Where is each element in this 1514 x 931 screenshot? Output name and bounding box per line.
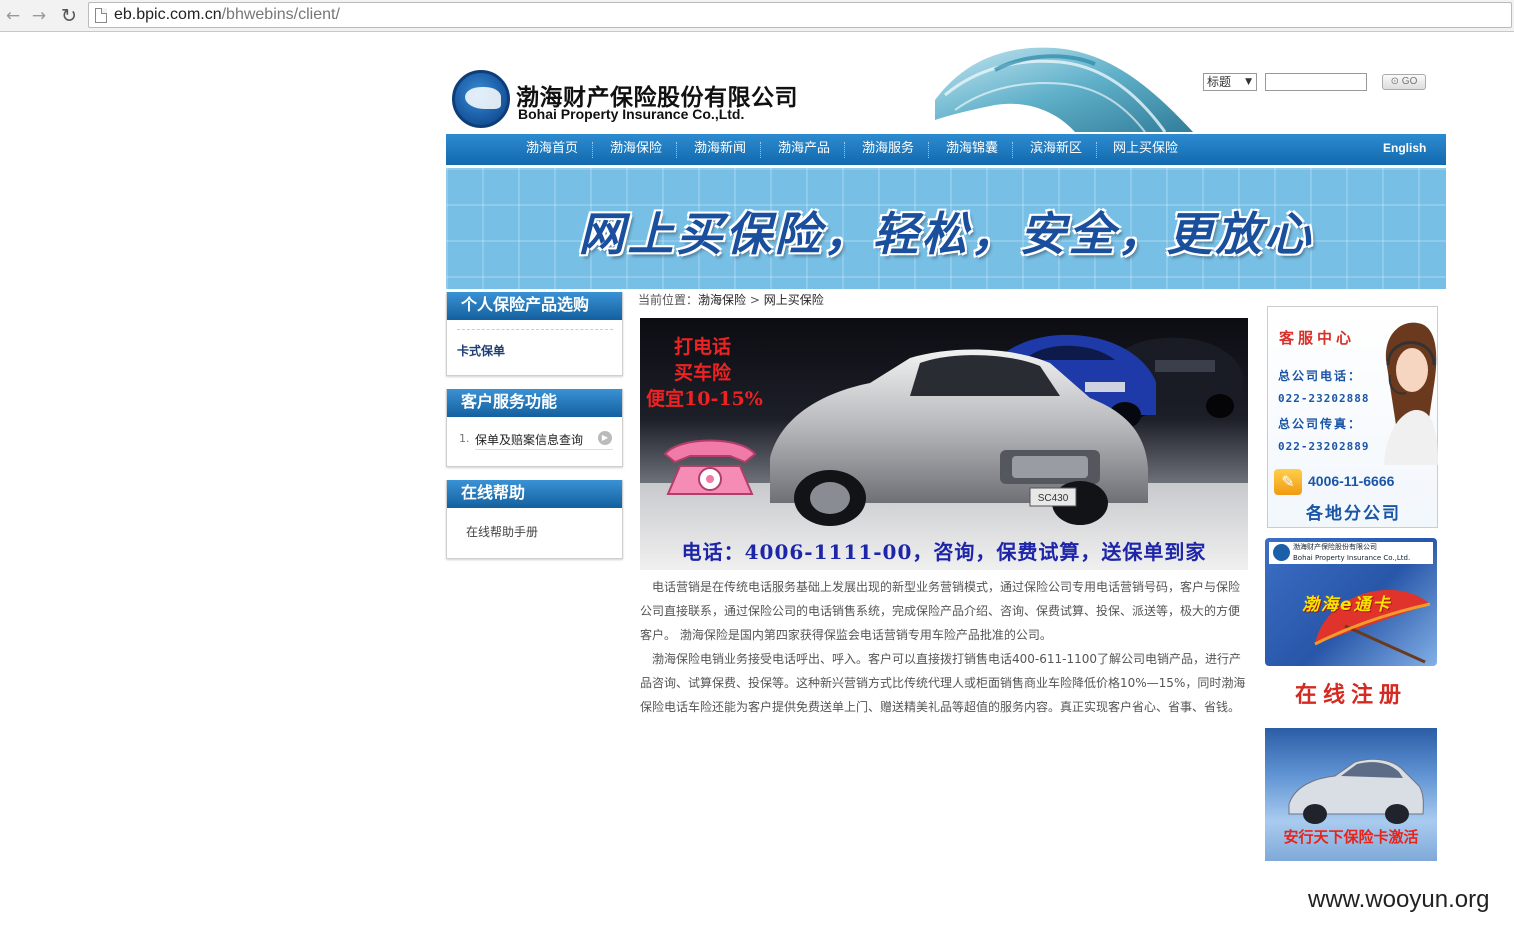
nav-item-insurance[interactable]: 渤海保险 (610, 134, 662, 165)
nav-separator (676, 142, 677, 158)
nav-item-products[interactable]: 渤海产品 (778, 134, 830, 165)
help-manual-link[interactable]: 在线帮助手册 (466, 523, 538, 540)
car-insurance-promo-image[interactable]: SC430 打电话 买车险 便宜10-15% 电话：4006-1111-00，咨… (640, 318, 1248, 570)
help-title: 在线帮助 (461, 483, 526, 502)
promo-line-3: 便宜10-15% (646, 388, 763, 410)
search-select-value: 标题 (1207, 75, 1232, 89)
watermark-text: www.wooyun.org (1308, 886, 1490, 913)
nav-item-home[interactable]: 渤海首页 (526, 134, 578, 165)
browser-toolbar: ← → ↻ eb.bpic.com.cn/bhwebins/client/ (0, 0, 1514, 32)
hq-fax-label: 总公司传真： (1278, 417, 1363, 431)
services-title: 客户服务功能 (461, 392, 558, 411)
hotline-icon: ✎ (1274, 469, 1302, 495)
page-icon (95, 8, 107, 23)
nav-item-buy-online[interactable]: 网上买保险 (1113, 134, 1178, 165)
breadcrumb-separator: > (749, 293, 760, 307)
help-box-title: 在线帮助 (447, 480, 622, 508)
nav-separator (760, 142, 761, 158)
silver-car-image: SC430 (770, 349, 1148, 526)
promo-phone-text: 电话：4006-1111-00，咨询，保费试算，送保单到家 (681, 540, 1207, 564)
nav-item-news[interactable]: 渤海新闻 (694, 134, 746, 165)
url-path: /bhwebins/client/ (221, 6, 340, 23)
list-item-number: 1. (459, 432, 470, 445)
divider (457, 329, 613, 330)
nav-separator (592, 142, 593, 158)
back-icon[interactable]: ← (2, 5, 24, 27)
hq-fax-number: 022-23202889 (1278, 440, 1370, 453)
help-box: 在线帮助 在线帮助手册 (446, 480, 623, 559)
forward-icon[interactable]: → (28, 5, 50, 27)
services-box: 客户服务功能 1. 保单及赔案信息查询 ▶ (446, 389, 623, 467)
promo-line-2: 买车险 (674, 362, 732, 384)
card-policy-link[interactable]: 卡式保单 (457, 342, 505, 359)
breadcrumb-prefix: 当前位置： (638, 293, 699, 307)
banner-slogan: 网上买保险，轻松，安全，更放心 (578, 207, 1314, 261)
url-text: eb.bpic.com.cn/bhwebins/client/ (114, 6, 340, 24)
divider (475, 449, 613, 450)
reload-icon[interactable]: ↻ (58, 5, 80, 27)
promo-callout: 打电话 买车险 便宜10-15% (646, 334, 763, 412)
wave-decoration (935, 47, 1193, 132)
telephone-icon (663, 439, 757, 495)
nav-item-binhai[interactable]: 滨海新区 (1030, 134, 1082, 165)
support-agent-image (1384, 322, 1438, 465)
hq-phone-label: 总公司电话： (1278, 369, 1363, 383)
online-register-link[interactable]: 在线注册 (1265, 671, 1437, 721)
article-paragraph: 渤海保险电销业务接受电话呼出、呼入。客户可以直接拨打销售电话400-611-11… (640, 652, 1246, 714)
policy-claim-query-link[interactable]: 保单及赔案信息查询 (475, 431, 583, 448)
english-link[interactable]: English (1383, 134, 1426, 165)
breadcrumb: 当前位置：渤海保险 > 网上买保险 (638, 291, 824, 308)
go-button-label: GO (1401, 76, 1418, 87)
chevron-down-icon: ▼ (1245, 77, 1252, 87)
hq-phone-number: 022-23202888 (1278, 392, 1370, 405)
products-box: 个人保险产品选购 卡式保单 (446, 292, 623, 376)
ecard-header-en: Bohai Property Insurance Co.,Ltd. (1293, 554, 1411, 562)
logo-emblem-icon (452, 70, 510, 128)
breadcrumb-item[interactable]: 渤海保险 (698, 293, 746, 307)
hero-banner: 网上买保险，轻松，安全，更放心 (446, 168, 1446, 289)
search-input[interactable] (1265, 73, 1367, 91)
ecard-title: 渤海e通卡 (1302, 595, 1392, 615)
ecard-header-cn: 渤海财产保险股份有限公司 (1293, 543, 1377, 551)
url-host: eb.bpic.com.cn (114, 6, 222, 23)
promo-line-1: 打电话 (674, 336, 732, 358)
e-card-promo[interactable]: 渤海财产保险股份有限公司 Bohai Property Insurance Co… (1265, 538, 1437, 666)
nav-separator (844, 142, 845, 158)
address-bar[interactable]: eb.bpic.com.cn/bhwebins/client/ (88, 2, 1512, 28)
card-activation-promo[interactable]: 安行天下保险卡激活 (1265, 728, 1437, 861)
main-navigation: 渤海首页 渤海保险 渤海新闻 渤海产品 渤海服务 渤海锦囊 滨海新区 网上买保险… (446, 134, 1446, 165)
breadcrumb-item[interactable]: 网上买保险 (764, 293, 824, 307)
company-name-en: Bohai Property Insurance Co.,Ltd. (518, 106, 745, 122)
nav-separator (1096, 142, 1097, 158)
license-plate: SC430 (1038, 493, 1069, 504)
go-button[interactable]: ⊙ GO (1382, 74, 1426, 90)
products-box-title: 个人保险产品选购 (447, 292, 622, 320)
ecard-header: 渤海财产保险股份有限公司 Bohai Property Insurance Co… (1269, 542, 1433, 564)
nav-separator (928, 142, 929, 158)
nav-separator (1012, 142, 1013, 158)
article-paragraph: 电话营销是在传统电话服务基础上发展出现的新型业务营销模式，通过保险公司专用电话营… (640, 580, 1241, 642)
umbrella-icon (1314, 589, 1431, 664)
branches-link[interactable]: 各地分公司 (1306, 499, 1401, 524)
customer-service-card[interactable]: 客服中心 总公司电话： 022-23202888 总公司传真： 022-2320… (1267, 306, 1438, 528)
article-body: 电话营销是在传统电话服务基础上发展出现的新型业务营销模式，通过保险公司专用电话营… (640, 575, 1249, 719)
hotline-number: 4006-11-6666 (1308, 473, 1395, 489)
arrow-right-icon[interactable]: ▶ (598, 431, 612, 445)
service-center-title: 客服中心 (1279, 329, 1356, 347)
nav-item-tips[interactable]: 渤海锦囊 (946, 134, 998, 165)
search-field-select[interactable]: 标题 ▼ (1203, 73, 1257, 91)
services-box-title: 客户服务功能 (447, 389, 622, 417)
products-title: 个人保险产品选购 (461, 295, 590, 314)
nav-item-services[interactable]: 渤海服务 (862, 134, 914, 165)
silver-sedan-image (1288, 758, 1424, 824)
card-activation-text: 安行天下保险卡激活 (1283, 828, 1419, 846)
